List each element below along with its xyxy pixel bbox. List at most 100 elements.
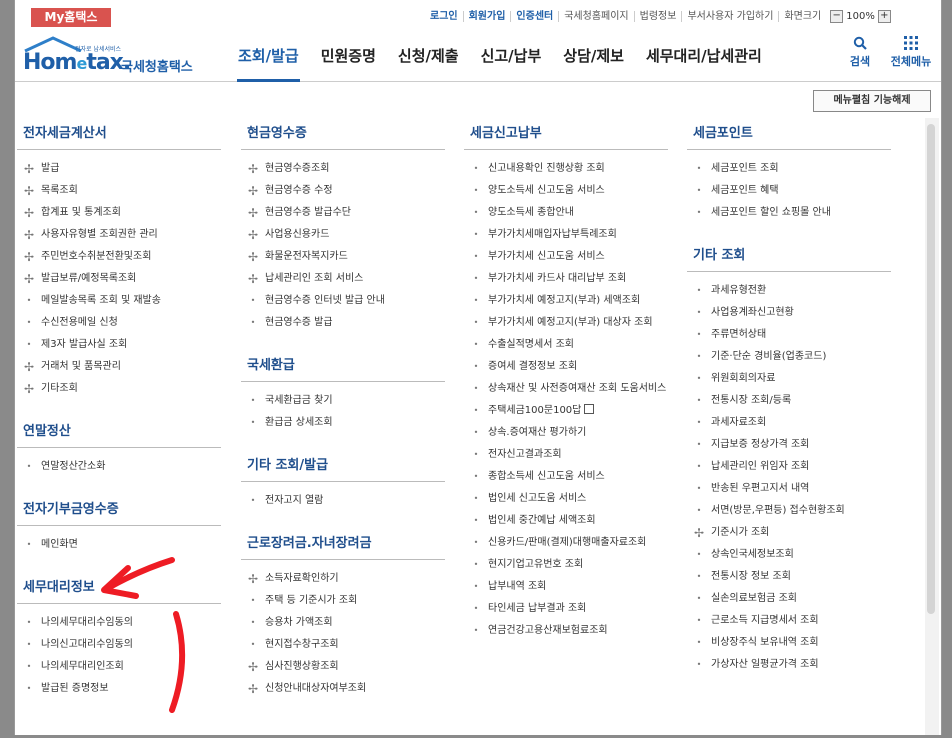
menu-item[interactable]: • 현지접수창구조회: [241, 634, 445, 656]
menu-item[interactable]: • 연말정산간소화: [17, 456, 221, 478]
menu-section-title[interactable]: 세금신고납부: [464, 118, 668, 150]
menu-item[interactable]: • 세금포인트 조회: [687, 158, 891, 180]
menu-item[interactable]: ✢ 기준시가 조회: [687, 522, 891, 544]
menu-item[interactable]: • 법인세 중간예납 세액조회: [464, 510, 668, 532]
menu-item[interactable]: ✢ 납세관리인 조회 서비스: [241, 268, 445, 290]
menu-section-title[interactable]: 기타 조회/발급: [241, 450, 445, 482]
menu-item[interactable]: • 과세유형전환: [687, 280, 891, 302]
search-button[interactable]: 검색: [843, 36, 877, 69]
menu-item[interactable]: • 수출실적명세서 조회: [464, 334, 668, 356]
menu-item[interactable]: • 환급금 상세조회: [241, 412, 445, 434]
nav-tab-civil-certificate[interactable]: 민원증명: [310, 28, 387, 82]
menu-item[interactable]: • 기준·단순 경비율(업종코드): [687, 346, 891, 368]
menu-item[interactable]: • 양도소득세 신고도움 서비스: [464, 180, 668, 202]
menu-item[interactable]: • 현지기업고유번호 조회: [464, 554, 668, 576]
menu-item[interactable]: • 부가가치세 카드사 대리납부 조회: [464, 268, 668, 290]
menu-item[interactable]: ✢ 사용자유형별 조회권한 관리: [17, 224, 221, 246]
expand-plus-icon[interactable]: ✢: [23, 272, 35, 286]
menu-item[interactable]: • 승용차 가액조회: [241, 612, 445, 634]
certificate-center-link[interactable]: 인증센터: [510, 11, 558, 22]
menu-item[interactable]: • 비상장주식 보유내역 조회: [687, 632, 891, 654]
menu-item[interactable]: • 세금포인트 혜택: [687, 180, 891, 202]
menu-item[interactable]: • 위원회회의자료: [687, 368, 891, 390]
menu-section-title[interactable]: 세무대리정보: [17, 572, 221, 604]
menu-item[interactable]: • 현금영수증 발급: [241, 312, 445, 334]
menu-item[interactable]: • 부가가치세 신고도움 서비스: [464, 246, 668, 268]
expand-plus-icon[interactable]: ✢: [247, 682, 259, 696]
menu-item[interactable]: • 현금영수증 인터넷 발급 안내: [241, 290, 445, 312]
menu-item[interactable]: ✢ 주민번호수취분전환및조회: [17, 246, 221, 268]
menu-item[interactable]: • 과세자료조회: [687, 412, 891, 434]
menu-item[interactable]: • 세금포인트 할인 쇼핑몰 안내: [687, 202, 891, 224]
menu-section-title[interactable]: 전자기부금영수증: [17, 494, 221, 526]
menu-item[interactable]: • 근로소득 지급명세서 조회: [687, 610, 891, 632]
expand-plus-icon[interactable]: ✢: [247, 250, 259, 264]
zoom-in-button[interactable]: +: [877, 10, 891, 23]
menu-item[interactable]: • 부가가치세매입자납부특례조회: [464, 224, 668, 246]
menu-item[interactable]: • 반송된 우편고지서 내역: [687, 478, 891, 500]
menu-item[interactable]: • 제3자 발급사실 조회: [17, 334, 221, 356]
expand-plus-icon[interactable]: ✢: [247, 660, 259, 674]
menu-item[interactable]: ✢ 소득자료확인하기: [241, 568, 445, 590]
expand-plus-icon[interactable]: ✢: [23, 382, 35, 396]
menu-item[interactable]: • 납세관리인 위임자 조회: [687, 456, 891, 478]
nav-tab-consult-report[interactable]: 상담/제보: [552, 28, 635, 82]
nts-homepage-link[interactable]: 국세청홈페이지: [558, 11, 633, 22]
menu-item[interactable]: • 나의세무대리인조회: [17, 656, 221, 678]
menu-item[interactable]: • 나의세무대리수임동의: [17, 612, 221, 634]
expand-plus-icon[interactable]: ✢: [247, 206, 259, 220]
menu-section-title[interactable]: 기타 조회: [687, 240, 891, 272]
menu-item[interactable]: ✢ 거래처 및 품목관리: [17, 356, 221, 378]
menu-item[interactable]: ✢ 신청안내대상자여부조회: [241, 678, 445, 700]
menu-item[interactable]: • 종합소득세 신고도움 서비스: [464, 466, 668, 488]
menu-item[interactable]: • 수신전용메일 신청: [17, 312, 221, 334]
menu-item[interactable]: • 양도소득세 종합안내: [464, 202, 668, 224]
menu-section-title[interactable]: 세금포인트: [687, 118, 891, 150]
menu-item[interactable]: ✢ 합계표 및 통계조회: [17, 202, 221, 224]
menu-item[interactable]: • 사업용계좌신고현황: [687, 302, 891, 324]
expand-plus-icon[interactable]: ✢: [247, 162, 259, 176]
menu-section-title[interactable]: 현금영수증: [241, 118, 445, 150]
menu-expand-toggle-button[interactable]: 메뉴펼침 기능해제: [813, 90, 931, 112]
menu-item[interactable]: • 전자고지 열람: [241, 490, 445, 512]
scrollbar-thumb[interactable]: [927, 124, 935, 614]
expand-plus-icon[interactable]: ✢: [247, 184, 259, 198]
menu-item[interactable]: • 메일발송목록 조회 및 재발송: [17, 290, 221, 312]
menu-item[interactable]: • 연금건강고용산재보험료조회: [464, 620, 668, 642]
menu-item[interactable]: • 주류면허상태: [687, 324, 891, 346]
expand-plus-icon[interactable]: ✢: [23, 360, 35, 374]
menu-item[interactable]: • 발급된 증명정보: [17, 678, 221, 700]
expand-plus-icon[interactable]: ✢: [693, 526, 705, 540]
zoom-out-button[interactable]: −: [830, 10, 844, 23]
menu-section-title[interactable]: 근로장려금.자녀장려금: [241, 528, 445, 560]
nav-tab-inquiry-issue[interactable]: 조회/발급: [227, 28, 310, 82]
menu-item[interactable]: ✢ 현금영수증 발급수단: [241, 202, 445, 224]
expand-plus-icon[interactable]: ✢: [247, 572, 259, 586]
dept-user-signup-link[interactable]: 부서사용자 가입하기: [681, 11, 778, 22]
menu-item[interactable]: • 주택세금100문100답: [464, 400, 668, 422]
menu-item[interactable]: • 상속.증여재산 평가하기: [464, 422, 668, 444]
all-menu-button[interactable]: 전체메뉴: [885, 36, 937, 69]
menu-item[interactable]: • 신고내용확인 진행상황 조회: [464, 158, 668, 180]
expand-plus-icon[interactable]: ✢: [23, 206, 35, 220]
law-info-link[interactable]: 법령정보: [633, 11, 682, 22]
menu-item[interactable]: • 가상자산 일평균가격 조회: [687, 654, 891, 676]
menu-item[interactable]: • 납부내역 조회: [464, 576, 668, 598]
expand-plus-icon[interactable]: ✢: [23, 162, 35, 176]
menu-item[interactable]: • 전자신고결과조회: [464, 444, 668, 466]
menu-item[interactable]: • 메인화면: [17, 534, 221, 556]
menu-item[interactable]: • 전통시장 정보 조회: [687, 566, 891, 588]
menu-section-title[interactable]: 국세환급: [241, 350, 445, 382]
signup-link[interactable]: 회원가입: [462, 11, 511, 22]
nav-tab-application[interactable]: 신청/제출: [387, 28, 470, 82]
menu-item[interactable]: ✢ 현금영수증조회: [241, 158, 445, 180]
menu-item[interactable]: • 서면(방문,우편등) 접수현황조회: [687, 500, 891, 522]
menu-section-title[interactable]: 전자세금계산서: [17, 118, 221, 150]
menu-item[interactable]: ✢ 현금영수증 수정: [241, 180, 445, 202]
menu-item[interactable]: ✢ 발급보류/예정목록조회: [17, 268, 221, 290]
expand-plus-icon[interactable]: ✢: [247, 228, 259, 242]
menu-item[interactable]: • 상속재산 및 사전증여재산 조회 도움서비스: [464, 378, 668, 400]
menu-item[interactable]: ✢ 심사진행상황조회: [241, 656, 445, 678]
menu-item[interactable]: • 부가가치세 예정고지(부과) 대상자 조회: [464, 312, 668, 334]
menu-item[interactable]: • 주택 등 기준시가 조회: [241, 590, 445, 612]
